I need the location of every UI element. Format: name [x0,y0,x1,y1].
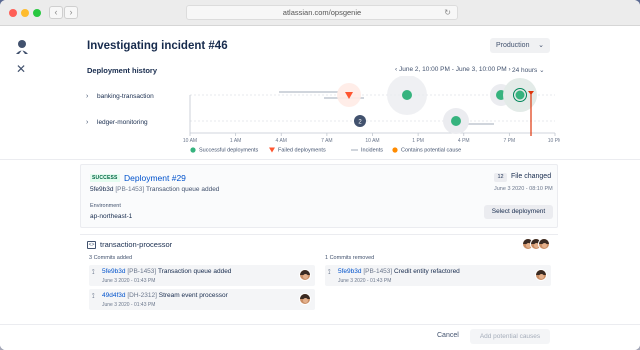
deployment-history-title: Deployment history [87,66,158,75]
commit-icon: ⟟ [92,293,95,300]
x-tick-label: 1 AM [230,138,241,144]
commit-date: June 3 2020 - 01:43 PM [102,278,156,284]
commit-item[interactable]: ⟟ 5fe9b3d [PB-1453] Credit entity refact… [325,265,551,286]
incident-line-icon [351,149,358,151]
successful-deployment-marker[interactable] [402,90,412,100]
x-tick-label: 4 AM [276,138,287,144]
forward-button[interactable]: › [64,6,78,19]
commit-ticket: [PB-1453] [127,268,157,275]
add-potential-causes-button[interactable]: Add potential causes [470,329,550,344]
commit-icon: ⟟ [328,269,331,276]
chevron-down-icon: ⌄ [538,42,544,49]
legend-failed: Failed deployments [269,147,326,153]
close-window-dot[interactable] [9,9,17,17]
avatar[interactable] [538,238,550,250]
deployment-title-link[interactable]: Deployment #29 [124,173,186,183]
duration-select[interactable]: 24 hours ⌄ [512,66,545,74]
opsgenie-user-icon[interactable] [15,39,29,55]
environment-value: Production [496,42,530,49]
row-label-ledger-monitoring[interactable]: ledger-monitoring [97,119,148,126]
url-text: atlassian.com/opsgenie [282,8,362,17]
x-tick-label: 1 PM [412,138,424,144]
contributor-avatars [522,238,552,251]
repository-name: transaction-processor [100,240,173,249]
commit-message: Transaction queue added [157,268,232,275]
deployment-commit: 5fe9b3d [PB-1453] Transaction queue adde… [90,186,219,193]
cancel-button[interactable]: Cancel [437,332,459,339]
commit-hash[interactable]: 5fe9b3d [338,268,362,275]
row-expand-chevron[interactable]: › [86,93,89,100]
repository-panel: <> transaction-processor 3 Commits added… [80,234,558,324]
commits-removed-title: 1 Commits removed [325,255,375,261]
commit-message: Stream event processor [158,292,228,299]
x-tick-label: 10 PM [548,138,560,144]
row-label-banking-transaction[interactable]: banking-transaction [97,93,154,100]
close-icon[interactable]: ✕ [16,63,26,75]
section-divider [0,159,640,160]
chart-legend: Successful deployments Failed deployment… [190,147,490,157]
deployment-details-card: SUCCESS Deployment #29 5fe9b3d [PB-1453]… [80,164,558,228]
x-tick-label: 7 AM [321,138,332,144]
deployment-date: June 3 2020 - 08:10 PM [494,186,553,192]
environment-value-text: ap-northeast-1 [90,213,133,220]
commit-ticket: [PB-1453] [363,268,393,275]
minimize-window-dot[interactable] [21,9,29,17]
address-bar[interactable]: atlassian.com/opsgenie ↻ [186,5,458,20]
commit-message: Transaction queue added [145,186,220,193]
x-tick-label: 10 AM [365,138,379,144]
avatar[interactable] [299,269,311,281]
page-title: Investigating incident #46 [87,40,228,52]
commit-date: June 3 2020 - 01:43 PM [102,302,156,308]
browser-window: ‹ › atlassian.com/opsgenie ↻ ✕ Investiga… [0,0,640,350]
x-axis-ticks: 10 AM 1 AM 4 AM 7 AM 10 AM 1 PM 4 PM 7 PM 10 PM [183,133,560,144]
successful-deployment-marker[interactable] [451,116,461,126]
commit-ticket: [PB-1453] [115,186,145,193]
commit-item[interactable]: ⟟ 5fe9b3d [PB-1453] Transaction queue ad… [89,265,315,286]
status-badge: SUCCESS [90,174,120,182]
commit-summary: 5fe9b3d [PB-1453] Credit entity refactor… [338,268,460,275]
commit-item[interactable]: ⟟ 49d4f3d [DH-2312] Stream event process… [89,289,315,310]
x-tick-label: 4 PM [458,138,470,144]
x-tick-label: 10 AM [183,138,197,144]
orange-dot-icon [392,147,398,153]
files-changed-label[interactable]: File changed [511,173,551,180]
maximize-window-dot[interactable] [33,9,41,17]
legend-successful: Successful deployments [190,147,258,153]
x-tick-label: 7 PM [504,138,516,144]
reload-icon[interactable]: ↻ [444,6,451,19]
select-deployment-button[interactable]: Select deployment [484,205,553,219]
dialog-footer: Cancel Add potential causes [0,324,640,350]
green-dot-icon [190,147,196,153]
selected-deployment-marker[interactable] [515,90,525,100]
avatar[interactable] [535,269,547,281]
code-icon: <> [87,241,96,249]
page-content: ✕ Investigating incident #46 Production … [0,26,640,350]
row-expand-chevron[interactable]: › [86,119,89,126]
back-button[interactable]: ‹ [49,6,63,19]
environment-label: Environment [90,203,121,209]
avatar[interactable] [299,293,311,305]
commit-icon: ⟟ [92,269,95,276]
commits-added-title: 3 Commits added [89,255,133,261]
red-triangle-icon [269,147,275,153]
browser-titlebar: ‹ › atlassian.com/opsgenie ↻ [0,0,640,26]
commit-date: June 3 2020 - 01:43 PM [338,278,392,284]
commit-summary: 5fe9b3d [PB-1453] Transaction queue adde… [102,268,231,275]
commit-hash[interactable]: 5fe9b3d [90,186,114,193]
environment-select[interactable]: Production ⌄ [490,38,550,53]
commit-summary: 49d4f3d [DH-2312] Stream event processor [102,292,228,299]
legend-incidents: Incidents [351,147,383,153]
commit-hash[interactable]: 5fe9b3d [102,268,126,275]
date-range-picker[interactable]: ‹ June 2, 10:00 PM - June 3, 10:00 PM › [395,66,511,73]
files-changed-count: 12 [494,173,507,182]
commit-ticket: [DH-2312] [127,292,157,299]
legend-potential-cause: Contains potential cause [392,147,461,153]
commit-message: Credit entity refactored [394,268,460,275]
commit-hash[interactable]: 49d4f3d [102,292,126,299]
